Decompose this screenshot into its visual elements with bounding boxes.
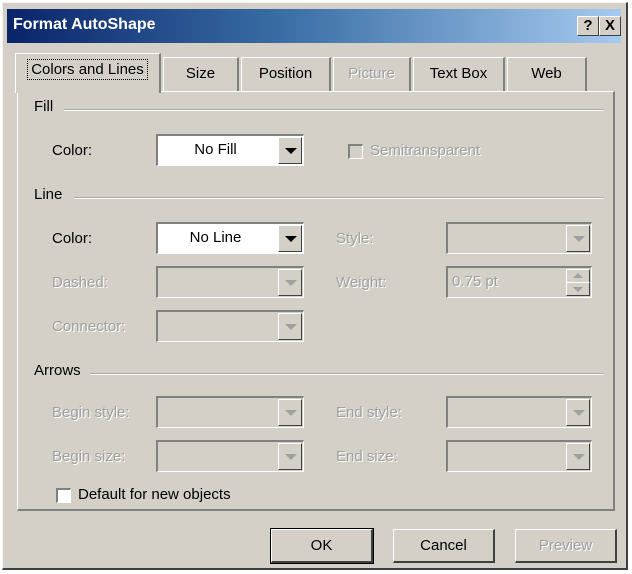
cancel-button[interactable]: Cancel bbox=[393, 529, 495, 563]
connector-dropdown bbox=[156, 310, 304, 342]
tab-label: Web bbox=[531, 65, 562, 82]
end-style-dropdown bbox=[446, 396, 592, 428]
line-style-label: Style: bbox=[336, 230, 374, 247]
default-for-new-objects-label[interactable]: Default for new objects bbox=[78, 486, 231, 503]
default-for-new-objects-checkbox[interactable] bbox=[56, 488, 71, 503]
close-button[interactable]: X bbox=[599, 16, 621, 36]
fill-color-dropdown[interactable]: No Fill bbox=[156, 134, 304, 166]
chevron-down-icon[interactable] bbox=[278, 137, 302, 164]
format-autoshape-dialog: Format AutoShape ? X Colors and Lines Si… bbox=[2, 2, 628, 570]
spin-up-icon bbox=[566, 269, 590, 283]
fill-section-label: Fill bbox=[34, 98, 54, 115]
chevron-down-icon bbox=[278, 399, 302, 426]
help-button[interactable]: ? bbox=[577, 16, 599, 36]
window-title: Format AutoShape bbox=[13, 16, 156, 33]
chevron-down-icon bbox=[566, 399, 590, 426]
line-color-value: No Line bbox=[189, 229, 242, 246]
line-color-label: Color: bbox=[52, 230, 93, 247]
line-style-dropdown bbox=[446, 222, 592, 254]
line-separator bbox=[74, 197, 604, 199]
ok-button[interactable]: OK bbox=[270, 528, 374, 564]
line-color-dropdown[interactable]: No Line bbox=[156, 222, 304, 254]
fill-separator bbox=[64, 109, 604, 111]
tab-label: Picture bbox=[348, 65, 395, 82]
tab-text-box[interactable]: Text Box bbox=[413, 57, 505, 91]
end-style-label: End style: bbox=[336, 404, 402, 421]
dashed-label: Dashed: bbox=[52, 274, 108, 291]
tab-label: Colors and Lines bbox=[27, 59, 148, 80]
arrows-section-label: Arrows bbox=[34, 362, 81, 379]
connector-label: Connector: bbox=[52, 318, 126, 335]
fill-color-label: Color: bbox=[52, 142, 93, 159]
semitransparent-checkbox bbox=[348, 144, 363, 159]
weight-label: Weight: bbox=[336, 274, 387, 291]
tab-position[interactable]: Position bbox=[241, 57, 331, 91]
spin-down-icon bbox=[566, 282, 590, 296]
tab-label: Size bbox=[185, 65, 216, 82]
begin-size-label: Begin size: bbox=[52, 448, 126, 465]
begin-style-label: Begin style: bbox=[52, 404, 130, 421]
chevron-down-icon bbox=[566, 443, 590, 470]
colors-and-lines-panel: Fill Color: No Fill Semitransparent Line… bbox=[17, 91, 615, 511]
tab-label: Position bbox=[258, 65, 313, 82]
tab-picture: Picture bbox=[333, 57, 411, 91]
semitransparent-label: Semitransparent bbox=[370, 142, 481, 159]
tab-label: Text Box bbox=[429, 65, 488, 82]
tab-web[interactable]: Web bbox=[507, 57, 587, 91]
chevron-down-icon bbox=[278, 443, 302, 470]
begin-style-dropdown bbox=[156, 396, 304, 428]
dashed-dropdown bbox=[156, 266, 304, 298]
end-size-dropdown bbox=[446, 440, 592, 472]
chevron-down-icon[interactable] bbox=[278, 225, 302, 252]
chevron-down-icon bbox=[278, 269, 302, 296]
weight-spinner: 0.75 pt bbox=[446, 266, 592, 298]
chevron-down-icon bbox=[566, 225, 590, 252]
fill-color-value: No Fill bbox=[194, 141, 237, 158]
preview-button: Preview bbox=[515, 529, 617, 563]
end-size-label: End size: bbox=[336, 448, 398, 465]
line-section-label: Line bbox=[34, 186, 63, 203]
title-bar[interactable]: Format AutoShape ? X bbox=[7, 9, 621, 43]
tab-size[interactable]: Size bbox=[163, 57, 239, 91]
chevron-down-icon bbox=[278, 313, 302, 340]
arrows-separator bbox=[90, 373, 604, 375]
begin-size-dropdown bbox=[156, 440, 304, 472]
tab-colors-and-lines[interactable]: Colors and Lines bbox=[15, 53, 161, 93]
weight-value: 0.75 pt bbox=[452, 273, 498, 290]
